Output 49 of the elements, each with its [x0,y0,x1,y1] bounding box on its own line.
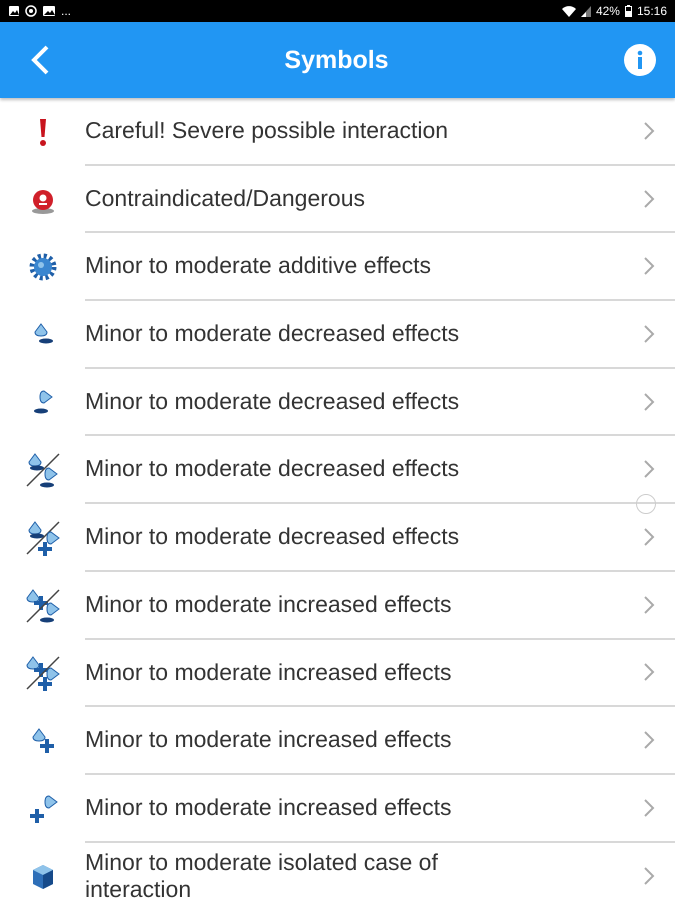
battery-icon [624,5,632,17]
symbol-label: Minor to moderate isolated case of interaction [85,848,439,900]
symbol-label: Minor to moderate decreased effects [85,455,460,484]
chevron-right-icon [643,188,655,209]
info-button[interactable] [622,43,657,77]
chevron-right-icon [643,866,655,886]
symbol-label: Contraindicated/Dangerous [85,184,366,212]
symbol-list-item[interactable]: Minor to moderate decreased effects [0,301,675,369]
clock: 15:16 [636,4,667,18]
symbol-label: Minor to moderate decreased effects [85,523,460,551]
symbol-label: Minor to moderate increased effects [85,794,452,822]
settings-icon [25,5,37,17]
battery-percent: 42% [596,4,620,18]
back-button[interactable] [30,44,50,76]
symbol-list-item[interactable]: Minor to moderate increased effects [0,707,675,775]
image-icon [8,5,20,17]
chevron-right-icon [643,392,655,412]
more-notifications: ... [61,4,72,18]
chevron-right-icon [643,459,655,480]
symbol-list-item[interactable]: Minor to moderate increased effects [0,572,675,640]
symbol-label: Minor to moderate increased effects [85,658,452,686]
symbol-list-item[interactable]: Minor to moderate isolated case of interaction [0,842,675,900]
symbol-label: Minor to moderate additive effects [85,252,432,280]
signal-icon [580,6,591,16]
symbol-list-item[interactable]: Minor to moderate increased effects [0,640,675,708]
chevron-right-icon [643,594,655,615]
chevron-right-icon [643,526,655,547]
scroll-handle[interactable] [636,494,656,514]
image-icon [42,5,56,17]
symbol-label: Minor to moderate increased effects [85,726,452,754]
symbol-label: Minor to moderate increased effects [85,590,452,618]
chevron-right-icon [643,324,655,344]
wifi-icon [562,6,576,16]
symbol-label: Careful! Severe possible interaction [85,117,450,145]
page-title: Symbols [284,46,389,74]
symbol-list-item[interactable]: Minor to moderate decreased effects [0,504,675,572]
symbol-list-item[interactable]: Minor to moderate additive effects [0,233,675,302]
chevron-right-icon [643,120,655,141]
chevron-right-icon [643,730,655,750]
symbol-list-item[interactable]: Minor to moderate increased effects [0,774,675,843]
symbol-list-item[interactable]: Minor to moderate decreased effects [0,436,675,504]
symbol-label: Minor to moderate decreased effects [85,320,460,348]
symbol-list-item[interactable]: Minor to moderate decreased effects [0,368,675,436]
chevron-right-icon [643,256,655,276]
chevron-right-icon [643,662,655,682]
symbol-list-item[interactable]: Contraindicated/Dangerous [0,166,675,234]
symbol-label: Minor to moderate decreased effects [85,388,460,416]
chevron-right-icon [643,798,655,818]
symbol-list-item[interactable]: Careful! Severe possible interaction [0,98,675,166]
